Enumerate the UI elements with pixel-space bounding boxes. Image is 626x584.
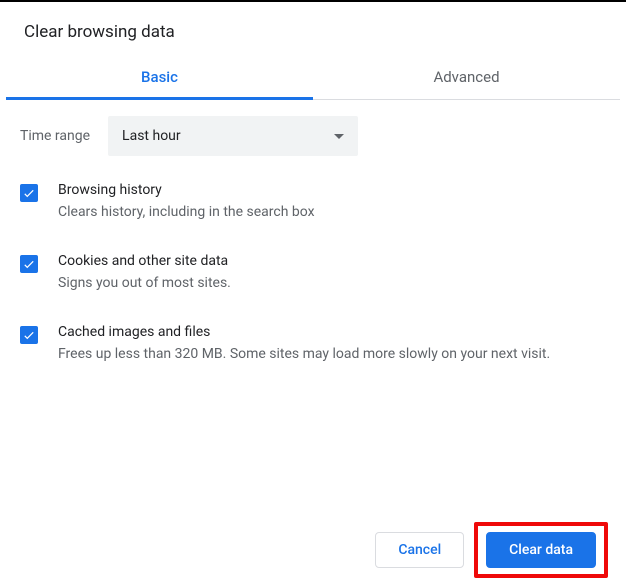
annotation-highlight: Clear data: [474, 522, 608, 578]
checkbox-cache[interactable]: [20, 326, 38, 344]
button-label: Clear data: [509, 542, 573, 558]
chevron-down-icon: [334, 134, 344, 139]
clear-browsing-data-dialog: Clear browsing data Basic Advanced Time …: [0, 2, 626, 584]
option-text: Cookies and other site data Signs you ou…: [58, 253, 606, 294]
option-text: Browsing history Clears history, includi…: [58, 182, 606, 223]
tab-label: Basic: [141, 68, 178, 86]
check-icon: [22, 186, 36, 200]
tab-label: Advanced: [433, 68, 499, 86]
dialog-title: Clear browsing data: [0, 2, 626, 54]
clear-data-button[interactable]: Clear data: [486, 532, 596, 568]
check-icon: [22, 257, 36, 271]
check-icon: [22, 328, 36, 342]
time-range-select[interactable]: Last hour: [108, 116, 358, 156]
option-cache: Cached images and files Frees up less th…: [20, 324, 606, 365]
option-description: Clears history, including in the search …: [58, 202, 606, 223]
option-title: Cookies and other site data: [58, 253, 606, 269]
button-label: Cancel: [398, 542, 441, 558]
option-description: Frees up less than 320 MB. Some sites ma…: [58, 344, 606, 365]
option-title: Browsing history: [58, 182, 606, 198]
time-range-label: Time range: [20, 128, 90, 144]
dialog-footer: Cancel Clear data: [0, 522, 626, 584]
dialog-content: Time range Last hour Browsing history Cl…: [0, 100, 626, 522]
option-browsing-history: Browsing history Clears history, includi…: [20, 182, 606, 223]
checkbox-browsing-history[interactable]: [20, 184, 38, 202]
option-text: Cached images and files Frees up less th…: [58, 324, 606, 365]
time-range-row: Time range Last hour: [20, 116, 606, 156]
cancel-button[interactable]: Cancel: [375, 532, 464, 568]
tab-advanced[interactable]: Advanced: [313, 54, 620, 99]
option-title: Cached images and files: [58, 324, 606, 340]
option-description: Signs you out of most sites.: [58, 273, 606, 294]
tab-basic[interactable]: Basic: [6, 54, 313, 99]
time-range-value: Last hour: [122, 128, 181, 144]
option-cookies: Cookies and other site data Signs you ou…: [20, 253, 606, 294]
tabs: Basic Advanced: [6, 54, 620, 100]
checkbox-cookies[interactable]: [20, 255, 38, 273]
